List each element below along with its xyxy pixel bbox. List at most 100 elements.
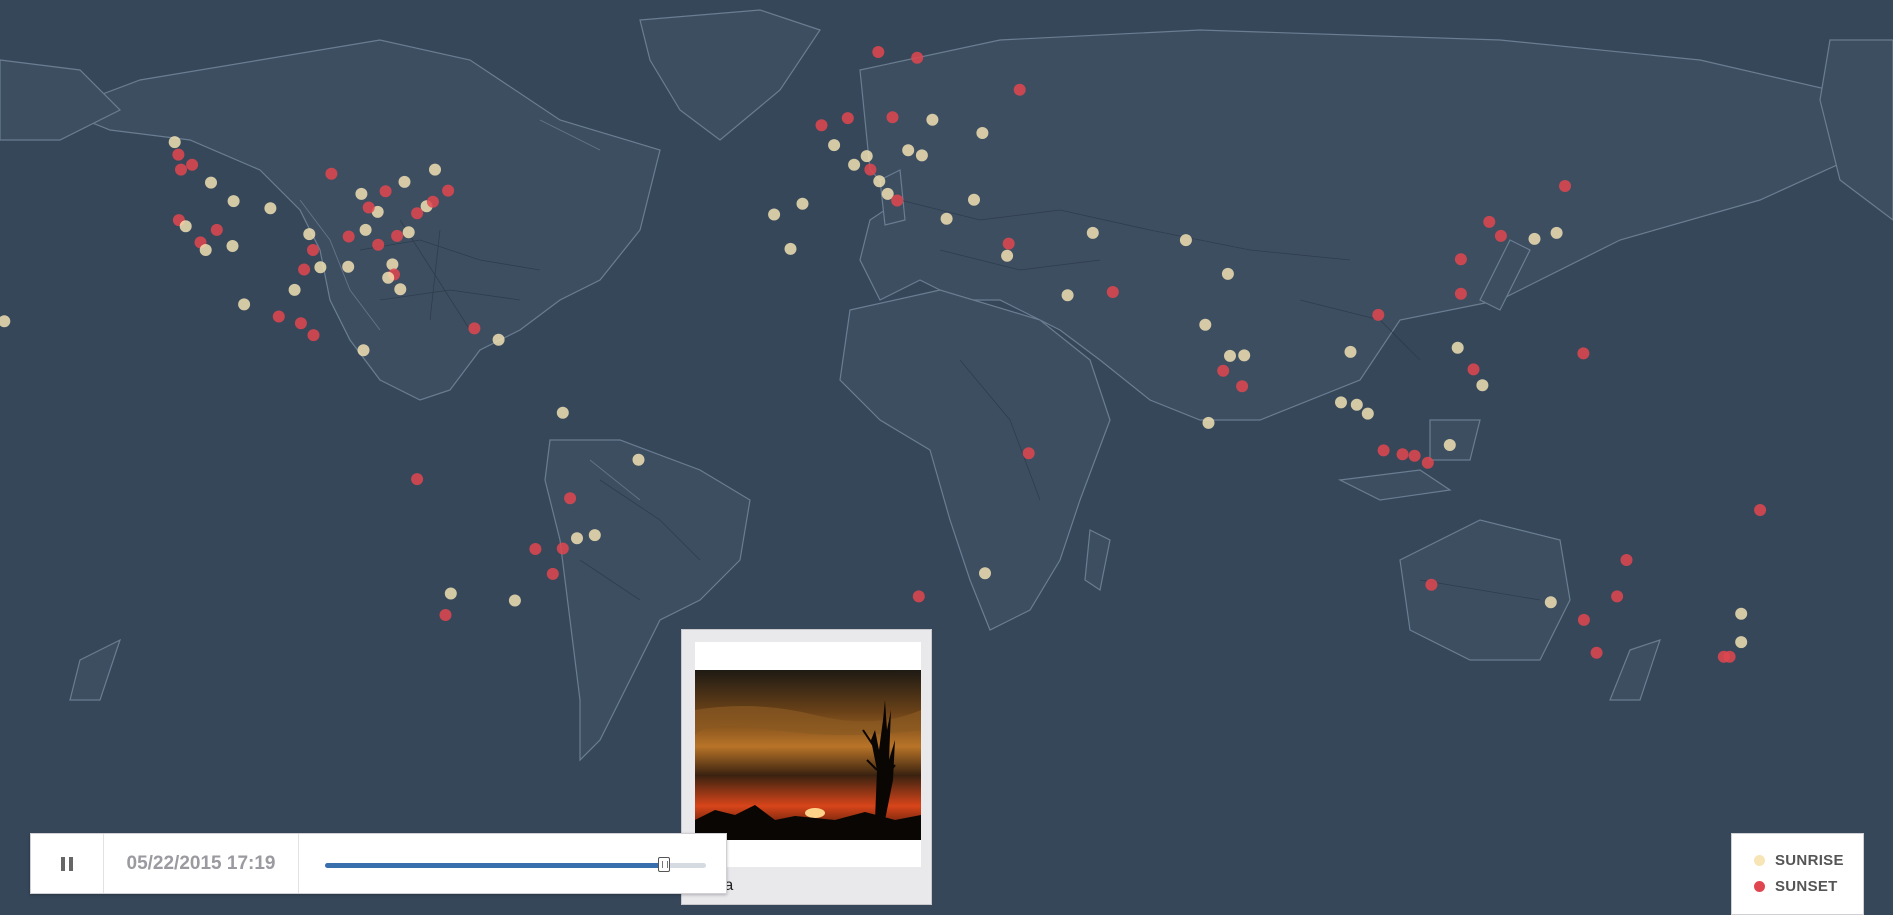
sunset-point[interactable] — [298, 263, 311, 276]
sunrise-point[interactable] — [1528, 232, 1541, 245]
sunset-point[interactable] — [1106, 286, 1119, 298]
sunset-point[interactable] — [546, 567, 559, 580]
sunset-point[interactable] — [1723, 650, 1736, 663]
sunset-point[interactable] — [886, 111, 899, 124]
sunrise-point[interactable] — [342, 260, 355, 273]
sunset-point[interactable] — [1483, 215, 1496, 228]
sunset-point[interactable] — [442, 184, 455, 197]
sunrise-point[interactable] — [226, 240, 239, 252]
sunset-point[interactable] — [411, 473, 424, 486]
sunrise-point[interactable] — [205, 176, 217, 189]
sunset-point[interactable] — [1396, 448, 1409, 461]
sunrise-point[interactable] — [1451, 341, 1464, 354]
sunset-point[interactable] — [439, 609, 452, 621]
sunrise-point[interactable] — [1086, 226, 1099, 239]
sunset-point[interactable] — [372, 238, 385, 251]
sunrise-point[interactable] — [828, 139, 841, 152]
sunset-point[interactable] — [529, 543, 542, 555]
sunset-point[interactable] — [391, 229, 404, 242]
sunrise-point[interactable] — [168, 136, 181, 149]
sunset-point[interactable] — [1425, 578, 1438, 591]
sunrise-point[interactable] — [848, 158, 861, 171]
sunrise-point[interactable] — [359, 223, 372, 236]
sunrise-point[interactable] — [860, 150, 873, 163]
sunrise-point[interactable] — [1476, 379, 1489, 392]
sunrise-point[interactable] — [238, 298, 251, 311]
sunset-point[interactable] — [1590, 646, 1603, 659]
sunrise-point[interactable] — [1544, 596, 1557, 609]
sunset-point[interactable] — [1217, 364, 1230, 377]
sunrise-point[interactable] — [873, 175, 886, 188]
sunset-point[interactable] — [468, 322, 481, 335]
sunset-point[interactable] — [307, 244, 319, 256]
sunrise-point[interactable] — [1443, 439, 1456, 451]
sunrise-point[interactable] — [1550, 226, 1563, 239]
sunrise-point[interactable] — [1061, 289, 1074, 302]
sunset-point[interactable] — [1559, 180, 1571, 192]
sunrise-point[interactable] — [588, 529, 601, 542]
sunset-point[interactable] — [186, 158, 199, 171]
sunset-point[interactable] — [294, 317, 307, 330]
sunset-point[interactable] — [362, 201, 375, 214]
sunset-point[interactable] — [815, 119, 828, 132]
sunrise-point[interactable] — [357, 344, 370, 357]
sunrise-point[interactable] — [571, 532, 583, 545]
sunrise-point[interactable] — [288, 283, 301, 296]
sunset-point[interactable] — [1377, 444, 1390, 457]
sunset-point[interactable] — [912, 590, 925, 603]
sunrise-point[interactable] — [926, 113, 939, 126]
sunrise-point[interactable] — [796, 197, 809, 210]
sunrise-point[interactable] — [398, 175, 411, 188]
sunset-point[interactable] — [325, 167, 338, 180]
sunrise-point[interactable] — [1238, 349, 1251, 362]
sunset-point[interactable] — [864, 163, 877, 176]
sunrise-point[interactable] — [402, 226, 415, 239]
sunset-point[interactable] — [426, 195, 439, 208]
sunrise-point[interactable] — [179, 220, 192, 233]
sunrise-point[interactable] — [940, 212, 953, 225]
sunset-point[interactable] — [911, 51, 924, 64]
sunset-point[interactable] — [841, 112, 854, 125]
sunrise-point[interactable] — [303, 228, 316, 241]
sunrise-point[interactable] — [556, 406, 569, 419]
sunrise-point[interactable] — [1735, 636, 1748, 649]
sunset-point[interactable] — [1577, 347, 1590, 360]
sunrise-point[interactable] — [264, 202, 277, 215]
pause-button[interactable] — [31, 834, 104, 893]
sunset-point[interactable] — [175, 163, 187, 176]
sunset-point[interactable] — [872, 46, 885, 58]
sunset-point[interactable] — [891, 194, 904, 207]
sunrise-point[interactable] — [1001, 249, 1014, 262]
sunrise-point[interactable] — [1350, 398, 1363, 411]
sunset-point[interactable] — [1454, 253, 1467, 266]
sunrise-point[interactable] — [1179, 234, 1192, 247]
sunrise-point[interactable] — [355, 187, 368, 200]
sunset-point[interactable] — [210, 223, 223, 236]
sunrise-point[interactable] — [968, 193, 980, 206]
sunset-point[interactable] — [564, 492, 577, 505]
sunrise-point[interactable] — [508, 594, 521, 607]
sunrise-point[interactable] — [444, 587, 457, 600]
sunset-point[interactable] — [1002, 237, 1015, 250]
sunset-point[interactable] — [556, 542, 569, 555]
sunrise-point[interactable] — [1221, 267, 1234, 280]
sunrise-point[interactable] — [429, 163, 441, 176]
sunset-point[interactable] — [1754, 504, 1767, 516]
sunrise-point[interactable] — [1224, 349, 1236, 362]
sunrise-point[interactable] — [1202, 416, 1215, 429]
sunset-point[interactable] — [379, 185, 392, 198]
sunrise-point[interactable] — [394, 283, 407, 296]
sunset-point[interactable] — [307, 329, 320, 342]
sunset-point[interactable] — [1408, 449, 1421, 462]
sunset-point[interactable] — [1467, 363, 1480, 376]
slider-handle[interactable] — [658, 857, 671, 872]
sunset-point[interactable] — [1577, 613, 1590, 626]
sunset-point[interactable] — [1013, 83, 1026, 96]
sunrise-point[interactable] — [199, 244, 212, 256]
sunrise-point[interactable] — [382, 271, 395, 284]
sunrise-point[interactable] — [784, 242, 797, 255]
sunrise-point[interactable] — [227, 195, 240, 208]
sunset-point[interactable] — [1236, 380, 1249, 393]
sunset-point[interactable] — [272, 310, 285, 323]
sunrise-point[interactable] — [1735, 607, 1748, 620]
